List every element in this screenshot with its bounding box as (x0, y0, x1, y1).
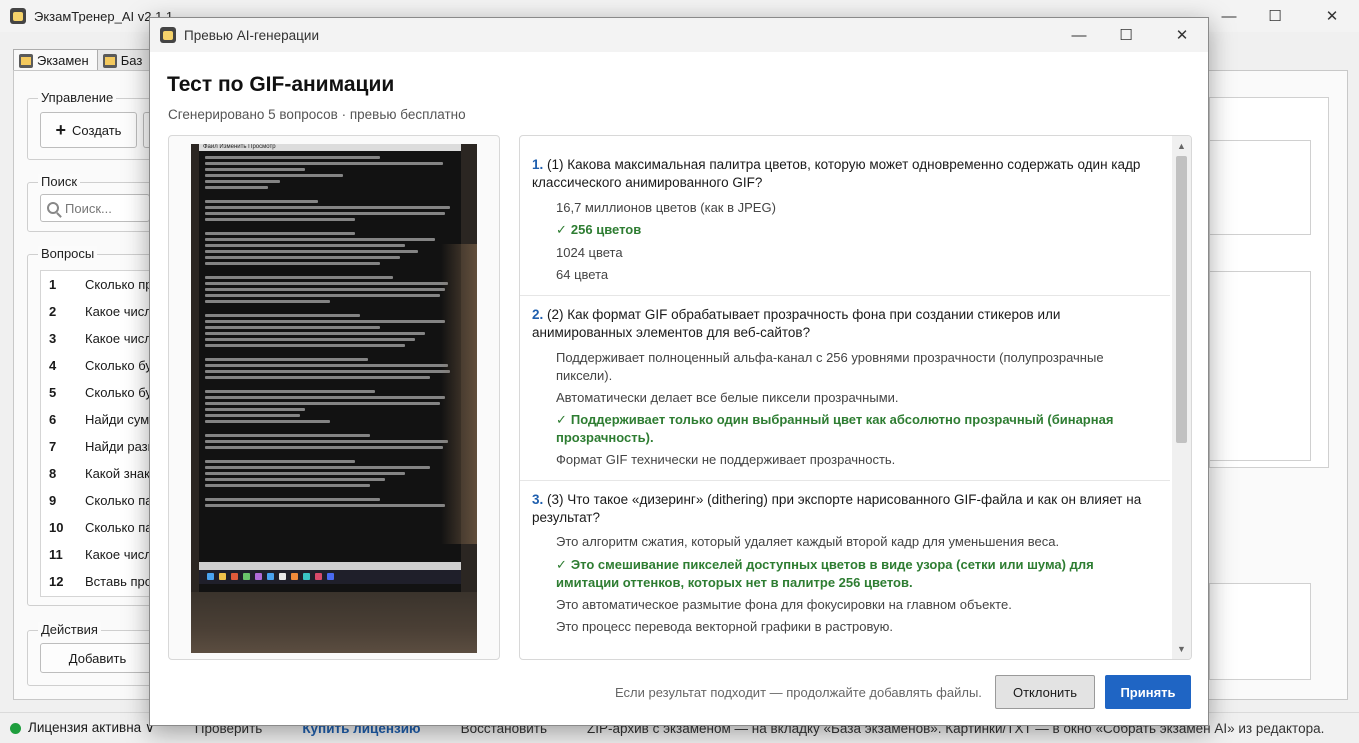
scrollbar-thumb[interactable] (1176, 156, 1187, 443)
page-subtitle: Сгенерировано 5 вопросов · превью беспла… (168, 107, 466, 122)
add-button-label: Добавить (68, 650, 127, 666)
scroll-down-icon[interactable]: ▼ (1172, 641, 1191, 657)
plus-icon: + (55, 120, 67, 140)
answer-option: Это процесс перевода векторной графики в… (556, 619, 893, 634)
dialog-titlebar: Превью AI-генерации — ☐ ✕ (150, 18, 1208, 52)
answer-option: 64 цвета (556, 267, 609, 282)
editor-box-middle[interactable] (1209, 271, 1311, 461)
list-item[interactable]: 12 Вставь про (41, 568, 159, 595)
answer-option: Автоматически делает все белые пиксели п… (556, 390, 899, 405)
ai-preview-dialog: Превью AI-генерации — ☐ ✕ Тест по GIF-ан… (149, 17, 1209, 726)
question-block: 1. (1) Какова максимальная палитра цвето… (520, 136, 1170, 296)
monitor-screen-image: Файл Изменить Просмотр (199, 144, 461, 592)
create-button-label: Создать (72, 122, 122, 138)
list-item[interactable]: 8 Какой знак (41, 460, 159, 487)
search-icon (47, 202, 59, 214)
reject-button[interactable]: Отклонить (995, 675, 1095, 709)
scroll-up-icon[interactable]: ▲ (1172, 138, 1191, 154)
questions-scroll-area[interactable]: 1. (1) Какова максимальная палитра цвето… (520, 136, 1170, 659)
list-item[interactable]: 7 Найди разн (41, 433, 159, 460)
monitor-statusbar (199, 562, 461, 570)
monitor-taskbar (199, 570, 461, 584)
license-status-icon (10, 722, 21, 734)
monitor-text-lines (205, 156, 455, 510)
list-item[interactable]: 5 Сколько бу (41, 379, 159, 406)
answer-option: Это автоматическое размытие фона для фок… (556, 597, 1012, 612)
question-text: 3. (3) Что такое «дизеринг» (dithering) … (532, 492, 1142, 525)
list-item[interactable]: 4 Сколько бу (41, 352, 159, 379)
create-button[interactable]: + Создать (40, 112, 137, 148)
license-status[interactable]: Лицензия активна ∨ (28, 720, 155, 736)
question-text: 1. (1) Какова максимальная палитра цвето… (532, 157, 1141, 190)
minimize-icon[interactable]: — (1206, 0, 1252, 32)
footer-note: Если результат подходит — продолжайте до… (615, 685, 982, 700)
editor-box-top[interactable] (1209, 140, 1311, 235)
database-tab-icon (102, 53, 117, 68)
search-group-title: Поиск (38, 174, 81, 189)
dialog-minimize-icon[interactable]: — (1056, 18, 1102, 52)
add-button[interactable]: Добавить (40, 643, 155, 673)
list-item[interactable]: 10 Сколько па (41, 514, 159, 541)
answer-option: 16,7 миллионов цветов (как в JPEG) (556, 200, 776, 215)
tab-exam[interactable]: Экзамен (13, 49, 98, 71)
questions-preview-card: 1. (1) Какова максимальная палитра цвето… (519, 135, 1192, 660)
dialog-close-icon[interactable]: ✕ (1159, 18, 1205, 52)
answer-option-correct: ✓ Это смешивание пикселей доступных цвето… (556, 557, 1094, 590)
source-photo: Файл Изменить Просмотр (191, 144, 477, 653)
question-text: 2. (2) Как формат GIF обрабатывает прозр… (532, 307, 1061, 340)
dialog-maximize-icon[interactable]: ☐ (1103, 18, 1149, 52)
question-block: 2. (2) Как формат GIF обрабатывает прозр… (520, 296, 1170, 481)
tab-database[interactable]: Баз (96, 49, 152, 71)
source-image-card: Файл Изменить Просмотр (168, 135, 500, 660)
question-list: 1 Сколько пр 2 Какое числ 3 Какое числ 4 Ско… (40, 270, 160, 597)
answer-option: 1024 цвета (556, 245, 623, 260)
list-item[interactable]: 11 Какое числ (41, 541, 159, 568)
page-title: Тест по GIF-анимации (167, 73, 395, 96)
check-icon: ✓ (556, 412, 567, 427)
question-block: 3. (3) Что такое «дизеринг» (dithering) … (520, 481, 1170, 659)
search-placeholder: Поиск... (65, 200, 112, 216)
list-item[interactable]: 6 Найди сум (41, 406, 159, 433)
photo-glare (441, 244, 477, 544)
photo-menubar-text: Файл Изменить Просмотр (199, 144, 461, 151)
editor-box-bottom[interactable] (1209, 583, 1311, 680)
answer-option-correct: ✓ 256 цветов (556, 222, 642, 237)
check-icon: ✓ (556, 557, 567, 572)
answer-option: Поддерживает полноценный альфа-канал с 2… (556, 350, 1104, 383)
check-icon: ✓ (556, 222, 567, 237)
questions-scrollbar[interactable]: ▲ ▼ (1172, 136, 1191, 659)
tab-database-label: Баз (120, 53, 143, 68)
answer-option: Формат GIF технически не поддерживает пр… (556, 452, 896, 467)
answer-option-correct: ✓ Поддерживает только один выбранный цвет… (556, 412, 1114, 445)
actions-group-title: Действия (38, 622, 101, 637)
main-tabs: Экзамен Баз (13, 49, 152, 71)
questions-group-title: Вопросы (38, 246, 98, 261)
accept-button[interactable]: Принять (1105, 675, 1191, 709)
tab-exam-label: Экзамен (37, 53, 89, 68)
search-input[interactable]: Поиск... (40, 194, 150, 222)
close-icon[interactable]: ✕ (1309, 0, 1355, 32)
dialog-title: Превью AI-генерации (184, 27, 319, 43)
list-item[interactable]: 9 Сколько па (41, 487, 159, 514)
manage-group-title: Управление (38, 90, 117, 105)
desk-background (191, 592, 477, 653)
list-item[interactable]: 2 Какое числ (41, 298, 159, 325)
app-icon (10, 8, 26, 24)
dialog-app-icon (160, 27, 176, 43)
exam-tab-icon (19, 53, 33, 68)
maximize-icon[interactable]: ☐ (1252, 0, 1298, 32)
answer-option: Это алгоритм сжатия, который удаляет каж… (556, 534, 1060, 549)
list-item[interactable]: 3 Какое числ (41, 325, 159, 352)
list-item[interactable]: 1 Сколько пр (41, 271, 159, 298)
